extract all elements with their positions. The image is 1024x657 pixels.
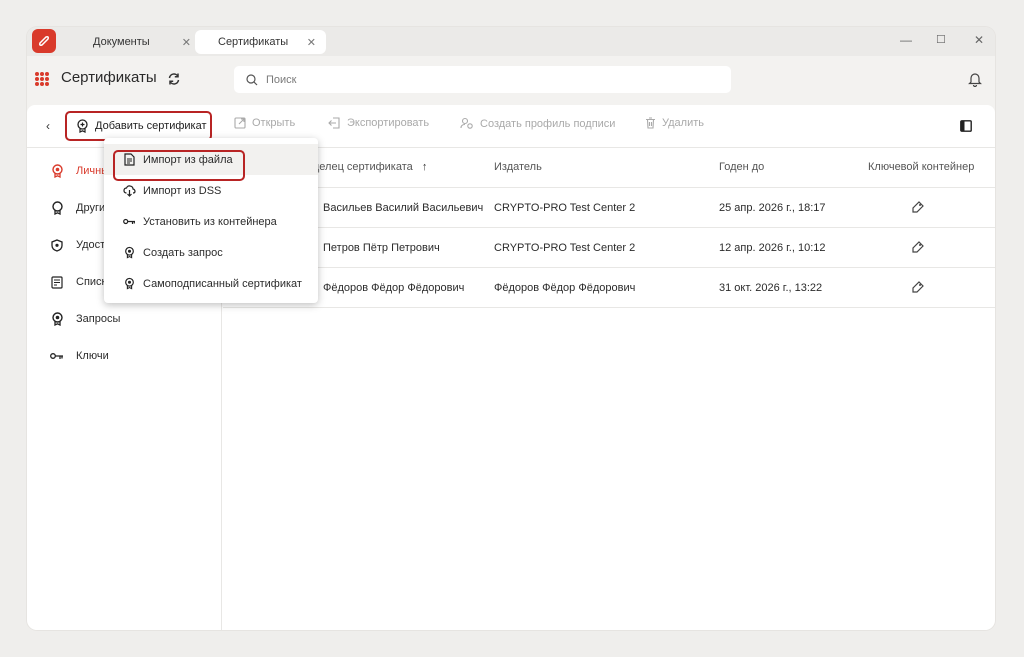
open-label: Открыть — [252, 117, 296, 129]
app-window: Документы ✕ Сертификаты ✕ — ☐ ✕ Сертифик… — [27, 27, 995, 630]
bell-icon[interactable] — [968, 71, 982, 87]
trash-icon — [646, 117, 655, 129]
certificate-icon — [123, 277, 136, 290]
cell-owner: Васильев Василий Васильевич — [323, 202, 484, 214]
cell-valid-to: 12 апр. 2026 г., 10:12 — [719, 242, 826, 254]
close-tab-icon[interactable]: ✕ — [182, 36, 191, 49]
certificate-icon — [49, 163, 65, 179]
close-tab-icon[interactable]: ✕ — [307, 36, 316, 49]
file-icon — [123, 153, 136, 166]
table-row[interactable]: Васильев Василий Васильевич CRYPTO-PRO T… — [223, 188, 995, 228]
tab-documents[interactable]: Документы ✕ — [77, 30, 197, 54]
open-button[interactable]: Открыть — [234, 117, 295, 129]
refresh-icon[interactable] — [167, 72, 181, 86]
key-icon — [49, 348, 65, 364]
menu-item-label: Установить из контейнера — [143, 215, 277, 228]
cell-valid-to: 25 апр. 2026 г., 18:17 — [719, 202, 826, 214]
add-certificate-label: Добавить сертификат — [95, 120, 207, 132]
certificate-outline-icon — [49, 200, 65, 216]
search-input[interactable] — [266, 73, 666, 86]
open-icon — [234, 117, 246, 129]
search-box[interactable] — [234, 66, 731, 93]
menu-item-label: Импорт из файла — [143, 153, 233, 166]
profile-gear-icon — [460, 117, 473, 129]
tag-icon — [912, 201, 924, 213]
sidebar-item-label: Запросы — [76, 313, 121, 325]
panel-toggle-icon[interactable] — [960, 120, 972, 132]
sidebar-item-label: Ключи — [76, 350, 109, 362]
menu-item-label: Импорт из DSS — [143, 184, 222, 197]
cell-valid-to: 31 окт. 2026 г., 13:22 — [719, 282, 823, 294]
cloud-download-icon — [123, 184, 136, 197]
apps-grid-icon[interactable] — [35, 72, 49, 86]
create-profile-label: Создать профиль подписи — [480, 117, 616, 130]
export-button[interactable]: Экспортировать — [328, 117, 429, 129]
app-logo-icon — [32, 29, 56, 53]
shield-icon — [49, 237, 65, 253]
maximize-icon[interactable]: ☐ — [936, 33, 946, 46]
page-title: Сертификаты — [61, 69, 157, 86]
request-icon — [49, 311, 65, 327]
tag-icon — [912, 241, 924, 253]
certificate-icon — [123, 246, 136, 259]
tag-icon — [912, 281, 924, 293]
export-icon — [328, 117, 340, 129]
delete-label: Удалить — [662, 117, 704, 129]
tab-label: Сертификаты — [218, 36, 289, 48]
column-valid-to[interactable]: Годен до — [719, 161, 764, 173]
key-icon — [123, 215, 136, 228]
table-row[interactable]: Петров Пётр Петрович CRYPTO-PRO Test Cen… — [223, 228, 995, 268]
add-certificate-button[interactable]: Добавить сертификат — [65, 111, 212, 141]
table-header: Владелец сертификата ↑ Издатель Годен до… — [223, 148, 995, 188]
create-profile-button[interactable]: Создать профиль подписи — [460, 117, 615, 130]
certificates-table: Владелец сертификата ↑ Издатель Годен до… — [223, 148, 995, 308]
list-icon — [49, 274, 65, 290]
tab-certificates[interactable]: Сертификаты ✕ — [195, 30, 326, 54]
menu-item-label: Создать запрос — [143, 246, 223, 259]
cell-owner: Петров Пётр Петрович — [323, 242, 440, 254]
cell-issuer: CRYPTO-PRO Test Center 2 — [494, 202, 636, 214]
certificate-add-icon — [77, 119, 88, 133]
cell-issuer: CRYPTO-PRO Test Center 2 — [494, 242, 636, 254]
export-label: Экспортировать — [347, 117, 430, 129]
delete-button[interactable]: Удалить — [645, 117, 704, 129]
menu-item-install-container[interactable]: Установить из контейнера — [104, 206, 318, 237]
menu-item-self-signed[interactable]: Самоподписанный сертификат — [104, 268, 318, 299]
menu-item-create-request[interactable]: Создать запрос — [104, 237, 318, 268]
sort-ascending-icon: ↑ — [421, 161, 428, 173]
sidebar-item-keys[interactable]: Ключи — [27, 338, 222, 374]
cell-owner: Фёдоров Фёдор Фёдорович — [323, 282, 465, 294]
search-icon — [246, 73, 258, 85]
sidebar-item-requests[interactable]: Запросы — [27, 301, 222, 337]
back-button[interactable]: ‹ — [46, 119, 50, 133]
column-key-container[interactable]: Ключевой контейнер — [868, 161, 974, 173]
title-bar: Документы ✕ Сертификаты ✕ — ☐ ✕ — [27, 27, 995, 56]
menu-item-label: Самоподписанный сертификат — [143, 277, 302, 290]
table-row[interactable]: Фёдоров Фёдор Фёдорович Фёдоров Фёдор Фё… — [223, 268, 995, 308]
menu-item-import-file[interactable]: Импорт из файла — [104, 144, 318, 181]
column-issuer[interactable]: Издатель — [494, 161, 542, 173]
close-window-icon[interactable]: ✕ — [974, 33, 984, 47]
tab-label: Документы — [93, 36, 150, 48]
menu-item-import-dss[interactable]: Импорт из DSS — [104, 175, 318, 206]
minimize-icon[interactable]: — — [900, 33, 912, 47]
cell-issuer: Фёдоров Фёдор Фёдорович — [494, 282, 636, 294]
add-certificate-menu: Импорт из файла Импорт из DSS Установить… — [104, 138, 318, 303]
header: Сертификаты — [27, 56, 995, 105]
